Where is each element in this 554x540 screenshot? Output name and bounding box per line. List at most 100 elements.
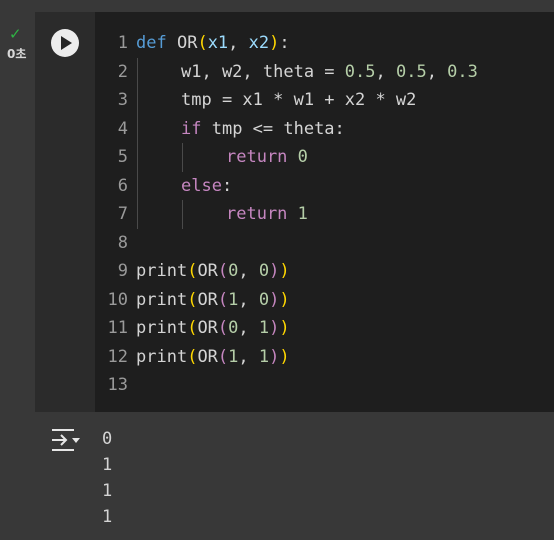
- code-token: ): [279, 346, 290, 367]
- code-token: ,: [238, 261, 259, 281]
- code-token: ,: [238, 346, 259, 367]
- code-token: OR: [197, 289, 218, 310]
- code-token: (: [197, 33, 208, 53]
- code-token: x2: [248, 33, 270, 53]
- line-number: 5: [117, 147, 128, 167]
- code-token: def: [136, 33, 167, 53]
- code-text: w1, w2, theta = 0.5, 0.5, 0.3: [181, 58, 478, 87]
- code-token: ): [279, 318, 290, 338]
- code-text: if tmp <= theta:: [181, 115, 345, 144]
- indent-guide: [137, 200, 138, 229]
- code-token: print: [136, 289, 188, 310]
- code-token: else: [181, 175, 222, 196]
- indent-guide: [137, 143, 138, 172]
- indent-guide: [137, 57, 138, 86]
- code-token: if: [181, 118, 202, 139]
- line-number: 3: [117, 90, 128, 110]
- cell-output: [35, 412, 554, 540]
- code-token: (: [217, 318, 229, 338]
- code-token: OR: [197, 318, 218, 338]
- indent-guide: [137, 171, 138, 200]
- code-text: return 0: [226, 143, 308, 172]
- indent-guide: [182, 143, 183, 172]
- code-token: 1: [297, 204, 308, 224]
- code-line[interactable]: 13: [95, 371, 554, 400]
- code-token: 0: [258, 261, 270, 281]
- code-token: ): [269, 261, 280, 281]
- code-token: 1: [228, 289, 239, 310]
- output-line: 1: [102, 507, 113, 527]
- code-token: return: [226, 204, 288, 224]
- output-text: 0 1 1 1: [102, 426, 112, 530]
- line-number: 11: [107, 318, 128, 338]
- line-number: 1: [117, 33, 128, 53]
- code-text: return 1: [226, 200, 308, 229]
- indent-guide: [137, 114, 138, 143]
- line-number: 12: [107, 346, 128, 367]
- code-text: print(OR(1, 1)): [136, 343, 290, 372]
- line-number: 8: [117, 232, 128, 253]
- code-line[interactable]: 3 tmp = x1 * w1 + x2 * w2: [95, 86, 554, 115]
- code-token: 0: [258, 289, 270, 310]
- code-line[interactable]: 2 w1, w2, theta = 0.5, 0.5, 0.3: [95, 57, 554, 87]
- line-number: 9: [117, 261, 128, 281]
- output-toggle-icon[interactable]: [50, 426, 80, 454]
- code-token: (: [187, 346, 198, 367]
- code-lines[interactable]: 1 def OR(x1, x2): 2 w1, w2, theta = 0.5, 0.…: [95, 29, 554, 400]
- code-line[interactable]: 6 else:: [95, 171, 554, 201]
- code-token: 1: [258, 318, 270, 338]
- line-number: 13: [107, 375, 128, 395]
- code-line[interactable]: 7 return 1: [95, 200, 554, 229]
- code-token: x1: [207, 33, 229, 53]
- code-line[interactable]: 4 if tmp <= theta:: [95, 114, 554, 144]
- code-token: ,: [375, 61, 396, 82]
- code-token: w1, w2, theta =: [181, 61, 345, 82]
- line-number: 7: [117, 204, 128, 224]
- indent-guide: [137, 86, 138, 115]
- line-number: 6: [117, 175, 128, 196]
- code-token: print: [136, 318, 188, 338]
- code-token: ): [269, 318, 280, 338]
- cell-gutter: [0, 0, 35, 540]
- code-token: ): [269, 346, 280, 367]
- code-token: OR: [166, 33, 198, 53]
- code-token: ): [279, 261, 290, 281]
- code-token: 0: [297, 147, 308, 167]
- code-token: 1: [258, 346, 270, 367]
- code-token: :: [279, 33, 290, 53]
- code-token: 0.5: [344, 61, 376, 82]
- code-token: 1: [228, 346, 239, 367]
- code-token: ,: [228, 33, 249, 53]
- code-line[interactable]: 12 print(OR(1, 1)): [95, 343, 554, 372]
- code-token: tmp <= theta:: [201, 118, 345, 139]
- code-line[interactable]: 9 print(OR(0, 0)): [95, 257, 554, 286]
- code-token: ,: [426, 61, 448, 82]
- code-text: else:: [181, 172, 232, 201]
- run-cell-button[interactable]: [51, 29, 79, 57]
- code-text: def OR(x1, x2):: [136, 29, 290, 58]
- output-line: 1: [102, 481, 113, 501]
- code-line[interactable]: 11 print(OR(0, 1)): [95, 314, 554, 343]
- code-token: return: [226, 147, 288, 167]
- code-token: 0.3: [447, 61, 478, 82]
- code-line[interactable]: 8: [95, 229, 554, 258]
- code-text: print(OR(0, 0)): [136, 257, 290, 286]
- code-token: OR: [197, 261, 218, 281]
- code-line[interactable]: 10 print(OR(1, 0)): [95, 286, 554, 315]
- code-line[interactable]: 5 return 0: [95, 143, 554, 172]
- code-token: (: [217, 289, 229, 310]
- output-line: 0: [102, 429, 113, 449]
- play-icon: [61, 36, 72, 50]
- code-token: (: [187, 289, 198, 310]
- code-token: (: [187, 261, 198, 281]
- code-token: OR: [197, 346, 218, 367]
- line-number: 2: [117, 61, 128, 82]
- code-text: tmp = x1 * w1 + x2 * w2: [181, 86, 416, 115]
- indent-guide: [182, 200, 183, 229]
- code-token: ): [269, 33, 280, 53]
- code-token: print: [136, 261, 188, 281]
- cell-run-area: [35, 12, 95, 412]
- code-line[interactable]: 1 def OR(x1, x2):: [95, 29, 554, 58]
- code-token: ): [269, 289, 280, 310]
- code-token: 0: [228, 261, 239, 281]
